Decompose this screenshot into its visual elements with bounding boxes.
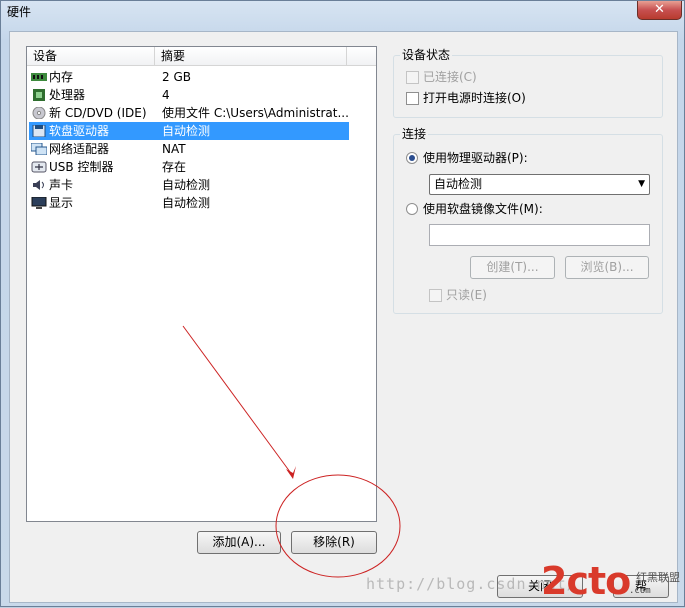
annotation-circle <box>275 474 401 578</box>
watermark-logo: 2cto <box>541 559 631 603</box>
watermark-logo-url: .com <box>629 586 651 596</box>
annotation-overlay <box>182 325 401 578</box>
annotation-arrow-line <box>182 325 294 477</box>
hardware-dialog: 硬件 ✕ 设备 摘要 内存 2 GB 处理器 4 新 CD/DVD (IDE) … <box>0 0 685 607</box>
watermark-logo-sub: 红黑联盟 <box>636 571 680 584</box>
